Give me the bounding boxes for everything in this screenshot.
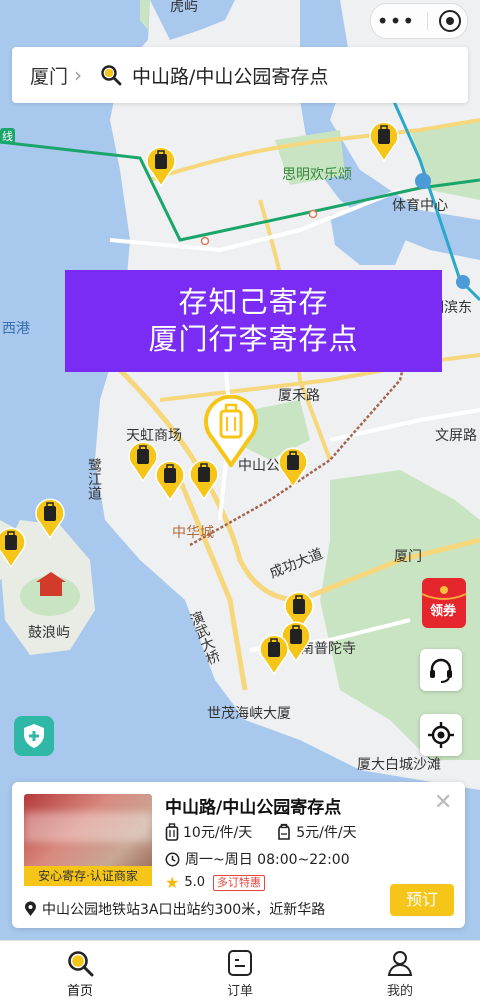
locate-icon (428, 722, 454, 748)
close-miniprogram-icon[interactable] (439, 10, 462, 32)
rating-row: ★ 5.0 多订特惠 (165, 873, 266, 892)
shield-icon (24, 724, 44, 748)
store-title: 中山路/中山公园寄存点 (165, 798, 342, 818)
luggage-pin[interactable] (146, 145, 176, 187)
star-icon: ★ (165, 873, 180, 892)
map-label-huyu: 虎屿 (170, 0, 198, 15)
tab-home-label: 首页 (66, 984, 93, 999)
more-menu-icon[interactable]: ••• (377, 11, 415, 31)
luggage-pin[interactable] (0, 526, 26, 568)
profile-icon (387, 951, 413, 976)
map-label-xiamen: 厦门 (394, 549, 422, 565)
customer-service-button[interactable] (420, 649, 462, 691)
location-pin-icon (25, 901, 36, 916)
coupon-label[interactable]: 领券 (420, 600, 466, 619)
miniprogram-capsule[interactable]: ••• (370, 3, 468, 39)
search-icon (68, 951, 94, 977)
address-row: 中山公园地铁站3A口出站约300米，近新华路 (24, 899, 325, 919)
capsule-divider (426, 12, 428, 30)
tab-profile-label: 我的 (386, 984, 413, 999)
tab-home[interactable]: 首页 (0, 941, 160, 1008)
map-label-baicheng: 厦大白城沙滩 (357, 757, 441, 773)
city-selector[interactable]: 厦门 (30, 62, 68, 89)
discount-tag: 多订特惠 (213, 874, 266, 891)
store-card[interactable]: 安心寄存·认证商家 中山路/中山公园寄存点 ✕ 10元/件/天 5元/件/天 周… (12, 782, 465, 928)
luggage-pin[interactable] (259, 633, 289, 675)
large-luggage-icon (165, 823, 179, 841)
order-icon (228, 950, 252, 976)
map-label-shimao: 世茂海峡大厦 (207, 706, 291, 722)
search-icon (101, 65, 122, 86)
clock-icon (165, 852, 180, 866)
price-row: 10元/件/天 5元/件/天 (165, 822, 357, 842)
backpack-icon (278, 823, 291, 840)
tab-orders-label: 订单 (226, 984, 253, 999)
price-small: 5元/件/天 (296, 825, 357, 841)
map-label-wenping-road: 文屏路 (435, 428, 477, 444)
headset-icon (430, 658, 452, 683)
map-label-zhonghua-city: 中华城 (172, 525, 214, 541)
search-bar[interactable]: 厦门 › 中山路/中山公园寄存点 (12, 47, 468, 103)
bottom-tab-bar: 首页 订单 我的 (0, 940, 480, 1008)
tab-profile[interactable]: 我的 (320, 941, 480, 1008)
tab-orders[interactable]: 订单 (160, 941, 320, 1008)
map-label-xigang: 西港 (2, 321, 30, 337)
map-label-siming-park: 思明欢乐颂 (282, 167, 352, 183)
map-label-line: 线 (0, 128, 15, 144)
safety-shield-button[interactable] (14, 716, 54, 756)
locate-button[interactable] (420, 714, 462, 756)
chevron-right-icon: › (74, 63, 83, 87)
store-address: 中山公园地铁站3A口出站约300米，近新华路 (42, 902, 326, 918)
price-large: 10元/件/天 (183, 825, 253, 841)
search-query[interactable]: 中山路/中山公园寄存点 (132, 62, 328, 89)
banner-line-1: 存知己寄存 (178, 285, 329, 319)
luggage-pin[interactable] (278, 446, 308, 488)
luggage-pin[interactable] (128, 440, 158, 482)
banner-line-2: 厦门行李寄存点 (148, 322, 359, 356)
map-label-sports-center: 体育中心 (392, 198, 448, 214)
opening-hours: 周一~周日 08:00~22:00 (185, 852, 350, 868)
book-button[interactable]: 预订 (390, 884, 454, 916)
map-label-xiahe-road: 厦禾路 (278, 388, 320, 404)
luggage-pin[interactable] (155, 459, 185, 501)
rating-value: 5.0 (184, 875, 206, 890)
selected-luggage-pin[interactable] (204, 395, 258, 467)
luggage-pin[interactable] (369, 120, 399, 162)
close-icon[interactable]: ✕ (434, 790, 452, 815)
certified-badge: 安心寄存·认证商家 (24, 866, 152, 886)
hours-row: 周一~周日 08:00~22:00 (165, 849, 350, 869)
map-label-gulangyu: 鼓浪屿 (28, 625, 70, 641)
map-label-lujiang-road: 鹭江道 (86, 458, 102, 500)
luggage-pin[interactable] (35, 497, 65, 539)
promo-banner: 存知己寄存 厦门行李寄存点 (65, 270, 442, 372)
